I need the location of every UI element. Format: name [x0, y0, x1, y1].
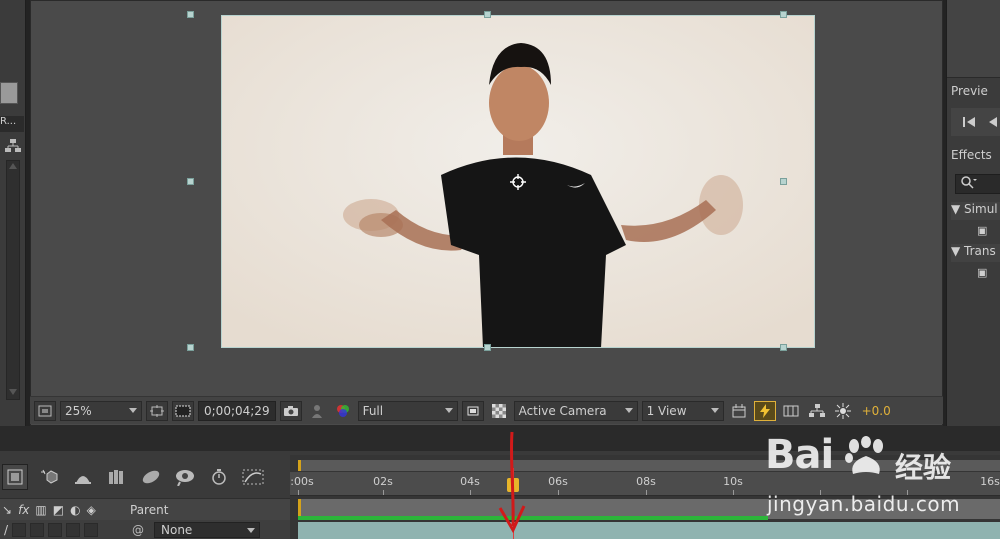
project-panel: R... [0, 0, 26, 426]
effect-item-icon[interactable]: ▣ [977, 266, 1000, 282]
zoom-dropdown[interactable]: 25% [60, 400, 142, 421]
transform-handle[interactable] [187, 178, 194, 185]
composition-panel [30, 0, 943, 426]
transform-handle[interactable] [484, 11, 491, 18]
transparency-grid-icon[interactable] [488, 401, 510, 421]
transform-handle[interactable] [780, 11, 787, 18]
ruler-label: 06s [548, 475, 568, 488]
search-icon [961, 176, 977, 189]
mask-visibility-icon[interactable] [172, 400, 194, 421]
camera-value: Active Camera [518, 403, 607, 418]
stopwatch-icon[interactable] [206, 464, 232, 490]
chevron-down-icon [247, 527, 255, 533]
parent-column-header[interactable]: Parent [130, 503, 168, 517]
rgb-channels-icon[interactable] [332, 401, 354, 421]
composition-viewer[interactable] [221, 15, 815, 348]
zoom-value: 25% [65, 403, 92, 418]
person-icon[interactable] [306, 401, 328, 421]
timeline-icon[interactable] [780, 401, 802, 421]
effect-switch-icon[interactable]: ◐ [70, 503, 80, 517]
safe-zones-icon[interactable] [146, 400, 168, 421]
chevron-down-icon [624, 408, 633, 413]
effects-group-label: Trans [964, 244, 996, 258]
watermark-url: jingyan.baidu.com [767, 492, 961, 516]
first-frame-icon [963, 117, 965, 127]
layer-switch[interactable] [48, 522, 63, 537]
chevron-down-icon [129, 408, 137, 413]
composition-toolbar: 25% 0;00;04;29 Full Active Camera 1 View [30, 396, 943, 424]
scroll-down-icon[interactable] [9, 389, 17, 395]
transform-handle[interactable] [187, 344, 194, 351]
flowchart-icon[interactable] [806, 401, 828, 421]
exposure-icon[interactable] [832, 401, 854, 421]
fx-label[interactable]: fx [18, 503, 29, 517]
draft-3d-icon[interactable] [36, 464, 62, 490]
pixel-aspect-icon[interactable] [728, 401, 750, 421]
resolution-value: Full [362, 403, 384, 418]
timeline-switches [0, 458, 290, 496]
exposure-value[interactable]: +0.0 [862, 404, 891, 418]
views-value: 1 View [646, 403, 687, 418]
project-column-header[interactable]: R... [0, 116, 24, 132]
frame-blend-switch-icon[interactable]: ▥ [35, 503, 46, 517]
timeline-column-headers: ↘ fx ▥ ◩ ◐ ◈ Parent [0, 498, 290, 520]
parent-dropdown[interactable]: None [154, 522, 260, 538]
active-camera-dropdown[interactable]: Active Camera [513, 400, 638, 421]
scroll-up-icon[interactable] [9, 163, 17, 169]
label-switch-icon[interactable]: ↘ [2, 503, 12, 517]
watermark-chinese-text: 经验 [895, 451, 952, 484]
layer-switch[interactable] [66, 522, 81, 537]
parent-value: None [161, 523, 193, 537]
effects-group-transition[interactable]: ▼ Trans [951, 244, 1000, 262]
brainstorm-icon[interactable] [172, 464, 198, 490]
project-thumbnail[interactable] [0, 82, 18, 104]
transform-handle[interactable] [780, 344, 787, 351]
preview-controls [951, 108, 1000, 136]
watermark-logo-text: Bai [765, 432, 834, 478]
annotation-arrow [498, 431, 526, 534]
pick-whip-icon[interactable]: @ [132, 523, 144, 537]
camera-icon[interactable] [279, 400, 302, 421]
quality-switch-icon[interactable]: ◩ [53, 503, 64, 517]
anchor-point-icon[interactable] [510, 174, 526, 190]
layer-switch[interactable] [30, 522, 45, 537]
layer-switch[interactable] [12, 522, 27, 537]
shy-layers-icon[interactable] [70, 464, 96, 490]
layer-switch[interactable] [84, 522, 99, 537]
baidu-paw-icon [845, 436, 883, 474]
ruler-label: :00s [290, 475, 314, 488]
ruler-label: 02s [373, 475, 393, 488]
current-time-display[interactable]: 0;00;04;29 [198, 400, 276, 421]
graph-editor-icon[interactable] [240, 464, 266, 490]
ruler-label: 10s [723, 475, 743, 488]
effects-group-label: Simul [964, 202, 998, 216]
effects-panel-title[interactable]: Effects [951, 148, 1000, 162]
transform-handle[interactable] [780, 178, 787, 185]
frame-blending-icon[interactable] [104, 464, 130, 490]
transform-handle[interactable] [484, 344, 491, 351]
hierarchy-icon[interactable] [4, 138, 24, 156]
view-layout-dropdown[interactable]: 1 View [641, 400, 724, 421]
preview-panel-title[interactable]: Previe [951, 84, 1000, 98]
right-panels: Previe Effects ▼ Simul ▣ ▼ Trans ▣ [946, 0, 1000, 426]
lightning-icon[interactable] [753, 400, 776, 421]
ruler-label: 08s [636, 475, 656, 488]
project-scrollbar[interactable] [6, 160, 20, 400]
pen-icon[interactable]: / [4, 523, 8, 537]
region-icon[interactable] [461, 400, 484, 421]
3d-layer-switch-icon[interactable]: ◈ [87, 503, 96, 517]
effects-search-input[interactable] [955, 174, 1000, 194]
chevron-down-icon [710, 408, 719, 413]
baidu-watermark: Bai 经验 jingyan.baidu.com [765, 432, 995, 532]
ruler-label: 04s [460, 475, 480, 488]
transform-handle[interactable] [187, 11, 194, 18]
region-of-interest-icon[interactable] [34, 400, 56, 421]
chevron-down-icon [444, 408, 453, 413]
composition-mini-flowchart-icon[interactable] [2, 464, 28, 490]
info-panel [947, 0, 1000, 78]
effect-item-icon[interactable]: ▣ [977, 224, 1000, 240]
motion-blur-icon[interactable] [138, 464, 164, 490]
effects-group-simulation[interactable]: ▼ Simul [951, 202, 1000, 220]
resolution-dropdown[interactable]: Full [357, 400, 458, 421]
